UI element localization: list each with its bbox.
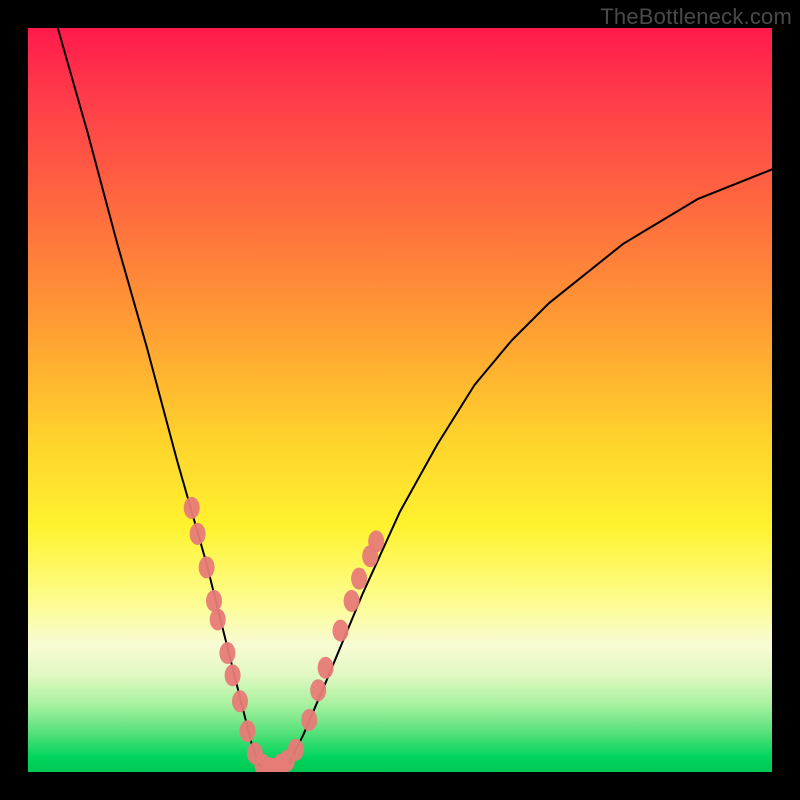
data-point — [301, 709, 317, 731]
data-point — [310, 679, 326, 701]
data-point — [184, 497, 200, 519]
data-point — [190, 523, 206, 545]
bottleneck-curve — [58, 28, 772, 771]
data-point — [232, 690, 248, 712]
data-point — [210, 609, 226, 631]
data-point — [368, 530, 384, 552]
data-point — [219, 642, 235, 664]
data-point — [344, 590, 360, 612]
chart-frame: TheBottleneck.com — [0, 0, 800, 800]
data-point — [318, 657, 334, 679]
data-point — [225, 664, 241, 686]
data-point — [206, 590, 222, 612]
data-point — [351, 568, 367, 590]
data-points-group — [184, 497, 385, 772]
watermark-text: TheBottleneck.com — [600, 4, 792, 30]
data-point — [240, 720, 256, 742]
chart-svg — [28, 28, 772, 772]
chart-plot-area — [28, 28, 772, 772]
data-point — [199, 556, 215, 578]
data-point — [288, 739, 304, 761]
data-point — [333, 620, 349, 642]
